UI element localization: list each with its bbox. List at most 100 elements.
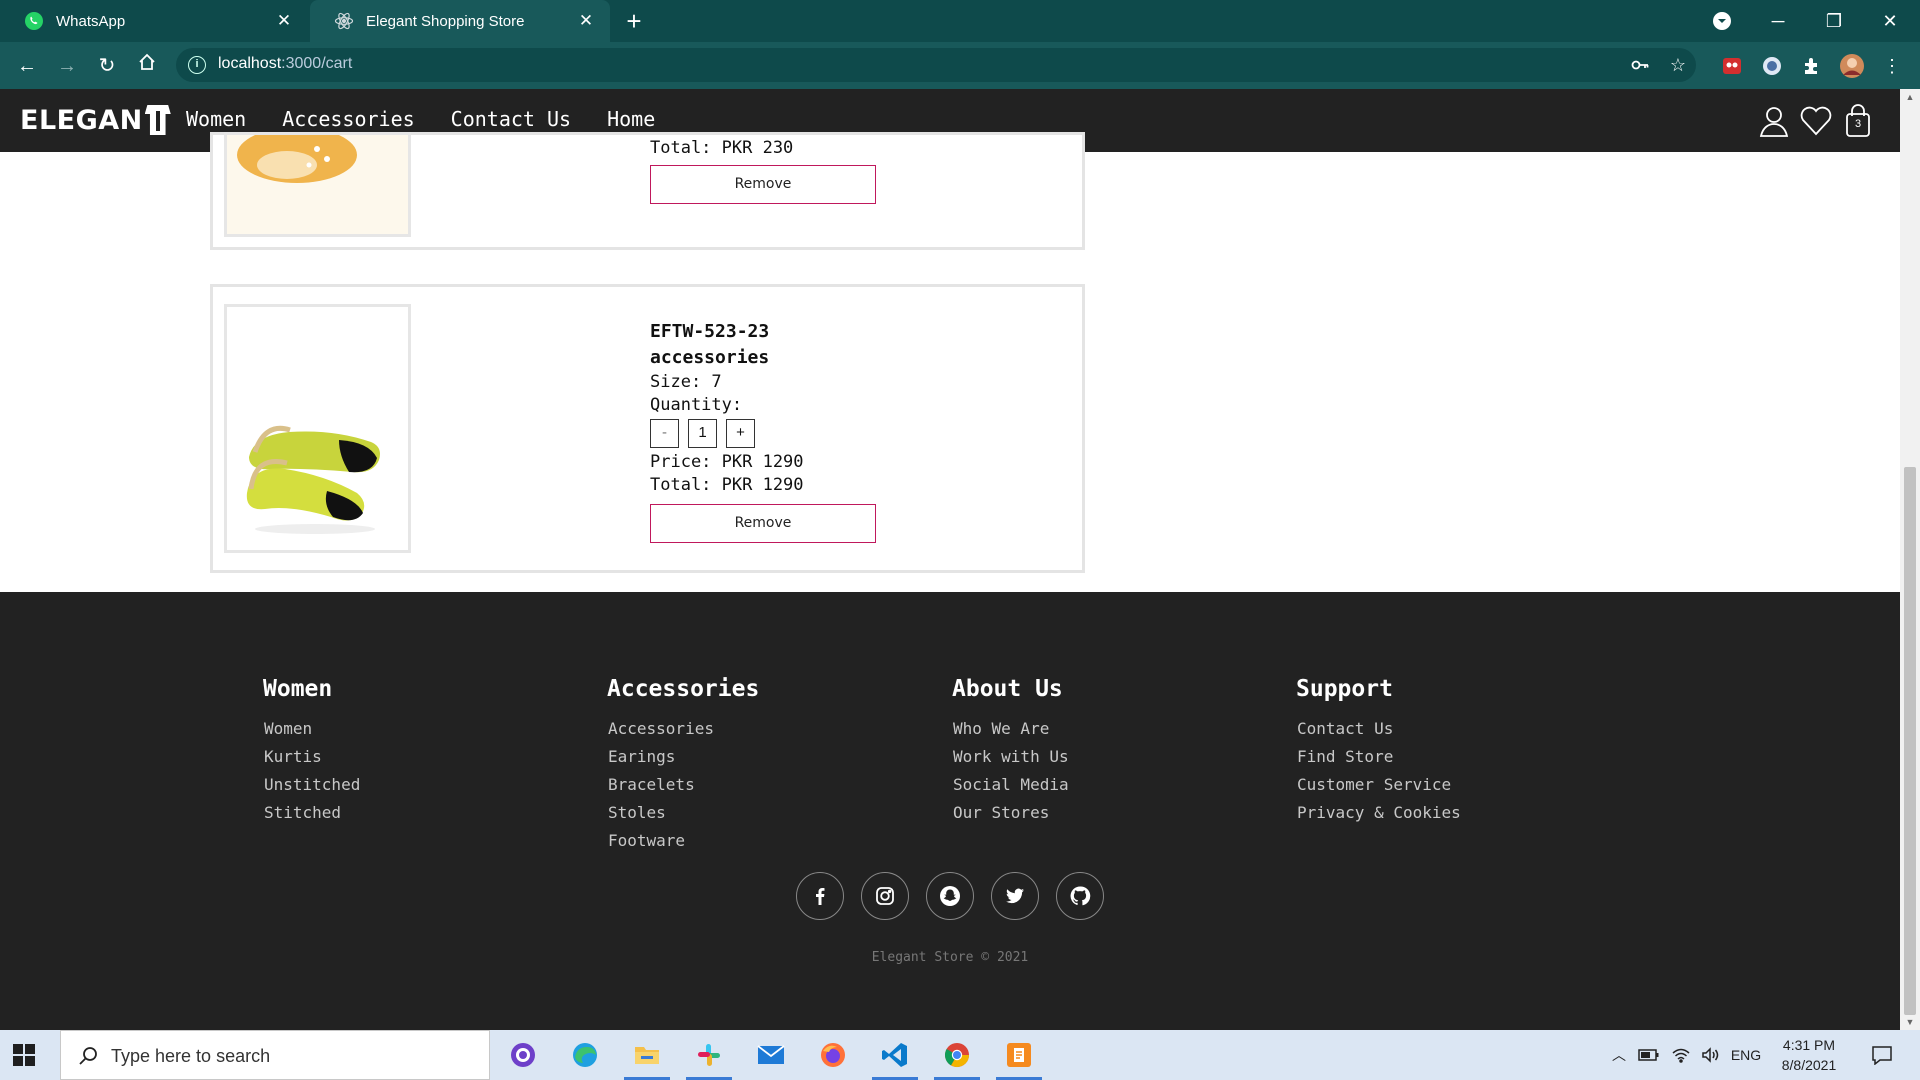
snapchat-icon[interactable] [926, 872, 974, 920]
user-icon[interactable] [1756, 103, 1792, 139]
footer-link[interactable]: Stitched [264, 799, 360, 827]
item-total: Total: PKR 1290 [650, 475, 804, 495]
mail-icon[interactable] [742, 1030, 800, 1080]
increase-quantity-button[interactable]: + [726, 419, 755, 448]
footer-link[interactable]: Social Media [953, 771, 1069, 799]
key-icon[interactable] [1626, 51, 1654, 79]
nav-contact-us[interactable]: Contact Us [451, 107, 571, 131]
close-window-icon[interactable]: ✕ [1862, 0, 1918, 42]
instagram-icon[interactable] [861, 872, 909, 920]
footer-link[interactable]: Kurtis [264, 743, 360, 771]
item-details: Total: PKR 230 [650, 137, 793, 160]
footer-heading: Support [1296, 676, 1393, 702]
footer-link[interactable]: Accessories [608, 715, 759, 743]
forward-icon[interactable]: → [53, 52, 81, 80]
address-bar[interactable]: i localhost:3000/cart ☆ [176, 48, 1696, 82]
volume-icon[interactable] [1696, 1030, 1726, 1080]
quantity-stepper: - 1 + [650, 419, 804, 448]
footer-heading: Women [263, 676, 333, 702]
back-icon[interactable]: ← [13, 52, 41, 80]
product-image[interactable] [224, 132, 411, 237]
chrome-icon[interactable] [928, 1030, 986, 1080]
footer-link[interactable]: Earings [608, 743, 759, 771]
twitter-icon[interactable] [991, 872, 1039, 920]
scroll-up-icon[interactable]: ▲ [1900, 89, 1920, 105]
wishlist-heart-icon[interactable] [1798, 103, 1834, 139]
scroll-down-icon[interactable]: ▼ [1900, 1014, 1920, 1030]
close-tab-icon[interactable]: ✕ [274, 11, 294, 31]
home-icon[interactable] [133, 52, 161, 80]
copyright-text: Elegant Store © 2021 [871, 950, 1029, 965]
footer-link[interactable]: Women [264, 715, 360, 743]
remove-button[interactable]: Remove [650, 165, 876, 204]
file-explorer-icon[interactable] [618, 1030, 676, 1080]
pdf-editor-icon[interactable] [990, 1030, 1048, 1080]
reload-icon[interactable]: ↻ [93, 52, 121, 80]
tab-elegant-store[interactable]: Elegant Shopping Store ✕ [310, 0, 610, 42]
vscode-icon[interactable] [866, 1030, 924, 1080]
tab-whatsapp[interactable]: WhatsApp ✕ [0, 0, 308, 42]
item-total: Total: PKR 230 [650, 138, 794, 158]
footer-link[interactable]: Work with Us [953, 743, 1069, 771]
slack-icon[interactable] [680, 1030, 738, 1080]
show-hidden-icons[interactable]: ︿ [1606, 1030, 1632, 1080]
clock-time: 4:31 PM [1782, 1037, 1836, 1053]
notification-icon[interactable] [1862, 1030, 1902, 1080]
language-indicator[interactable]: ENG [1728, 1030, 1764, 1080]
nav-home[interactable]: Home [607, 107, 655, 131]
wifi-icon[interactable] [1666, 1030, 1696, 1080]
browser-toolbar: ← → ↻ i localhost:3000/cart ☆ ⋮ [0, 42, 1920, 89]
footer-link[interactable]: Stoles [608, 799, 759, 827]
taskbar-search-input[interactable]: Type here to search [60, 1030, 490, 1080]
url-text: localhost:3000/cart [218, 55, 353, 72]
item-details: EFTW-523-23 accessories Size: 7 Quantity… [650, 319, 804, 497]
footer-link[interactable]: Unstitched [264, 771, 360, 799]
remove-button[interactable]: Remove [650, 504, 876, 543]
footer-heading: About Us [952, 676, 1063, 702]
github-icon[interactable] [1056, 872, 1104, 920]
facebook-icon[interactable] [796, 872, 844, 920]
firefox-icon[interactable] [804, 1030, 862, 1080]
nav-accessories[interactable]: Accessories [282, 107, 414, 131]
windows-start-icon[interactable] [12, 1043, 36, 1067]
decrease-quantity-button[interactable]: - [650, 419, 679, 448]
extension-circle-icon[interactable] [1758, 52, 1786, 80]
item-price: Price: PKR 1290 [650, 452, 804, 472]
battery-icon[interactable] [1634, 1030, 1664, 1080]
site-footer: Women Women Kurtis Unstitched Stitched A… [0, 592, 1900, 1030]
social-links [796, 872, 1104, 920]
page-scrollbar[interactable]: ▲ ▼ [1900, 89, 1920, 1030]
footer-column-about-us: About Us Who We Are Work with Us Social … [952, 676, 1069, 827]
whatsapp-icon [24, 11, 44, 31]
browser-menu-icon[interactable]: ⋮ [1878, 52, 1906, 80]
footer-link[interactable]: Footware [608, 827, 759, 855]
bookmark-star-icon[interactable]: ☆ [1664, 51, 1692, 79]
search-icon [77, 1045, 99, 1067]
restore-icon[interactable]: ❐ [1806, 0, 1862, 42]
edge-icon[interactable] [556, 1030, 614, 1080]
footer-link[interactable]: Our Stores [953, 799, 1069, 827]
close-tab-icon[interactable]: ✕ [576, 11, 596, 31]
github-desktop-icon[interactable] [494, 1030, 552, 1080]
product-image[interactable] [224, 304, 411, 553]
system-clock[interactable]: 4:31 PM 8/8/2021 [1760, 1035, 1858, 1075]
item-size: Size: 7 [650, 372, 722, 392]
footer-link[interactable]: Contact Us [1297, 715, 1461, 743]
extension-red-icon[interactable] [1718, 52, 1746, 80]
new-tab-button[interactable]: + [620, 8, 648, 36]
shopping-bag-icon[interactable]: 3 [1840, 103, 1876, 139]
footer-link[interactable]: Customer Service [1297, 771, 1461, 799]
footer-link[interactable]: Bracelets [608, 771, 759, 799]
scrollbar-thumb[interactable] [1904, 467, 1916, 1015]
footer-link[interactable]: Privacy & Cookies [1297, 799, 1461, 827]
footer-link[interactable]: Who We Are [953, 715, 1069, 743]
site-info-icon[interactable]: i [188, 56, 206, 74]
footer-link[interactable]: Find Store [1297, 743, 1461, 771]
extensions-puzzle-icon[interactable] [1798, 52, 1826, 80]
minimize-icon[interactable]: ─ [1750, 0, 1806, 42]
cart-count-badge: 3 [1854, 118, 1862, 130]
store-logo[interactable]: ELEGAN [20, 103, 171, 137]
tab-search-icon[interactable] [1694, 0, 1750, 42]
nav-women[interactable]: Women [186, 107, 246, 131]
profile-avatar[interactable] [1838, 52, 1866, 80]
